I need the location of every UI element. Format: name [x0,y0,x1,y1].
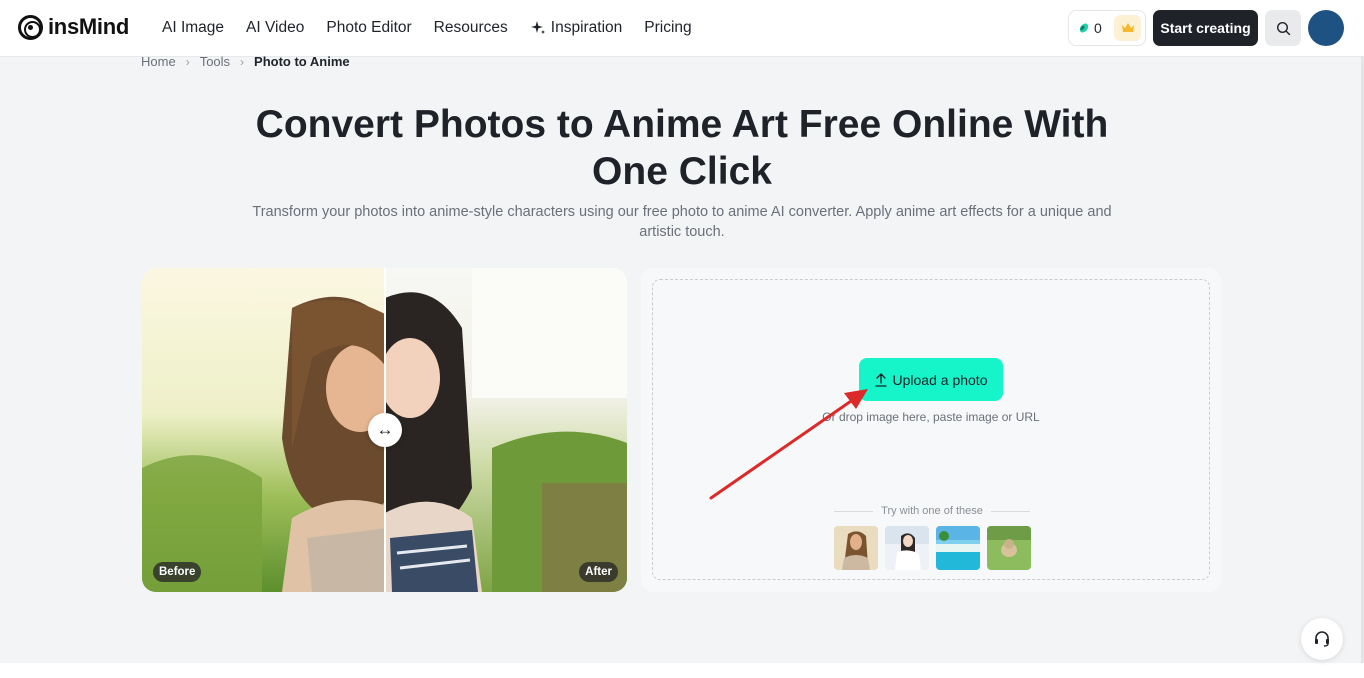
sparkle-icon [530,21,545,34]
logo[interactable]: insMind [18,14,129,40]
main-nav: AI Image AI Video Photo Editor Resources… [162,18,714,38]
nav-inspiration[interactable]: Inspiration [530,19,623,37]
support-button[interactable] [1301,618,1343,660]
nav-ai-image[interactable]: AI Image [162,19,224,37]
chevron-right-icon: › [185,54,190,69]
headset-icon [1315,631,1329,647]
sample-dog[interactable] [987,526,1031,570]
breadcrumb-tools[interactable]: Tools [200,54,230,69]
search-icon [1276,21,1290,35]
after-label: After [579,562,618,582]
brand-name: insMind [48,14,130,39]
page-title: Convert Photos to Anime Art Free Online … [255,103,1109,193]
try-samples-heading: Try with one of these [834,505,1031,517]
sample-seated-girl[interactable] [885,526,929,570]
start-creating-button[interactable]: Start creating [1153,10,1258,46]
arrows-horizontal-icon[interactable]: ↔ [368,413,402,447]
breadcrumb-current: Photo to Anime [254,54,350,69]
crown-icon[interactable] [1114,15,1141,41]
nav-label: Photo Editor [326,19,412,36]
nav-pricing[interactable]: Pricing [644,19,691,37]
divider [834,510,874,512]
logo-icon [18,14,43,40]
sample-pool[interactable] [936,526,980,570]
chevron-right-icon: › [240,54,245,69]
upload-photo-button[interactable]: Upload a photo [859,358,1003,401]
breadcrumb-home[interactable]: Home [141,54,176,69]
nav-label: AI Video [246,19,305,36]
page-footer-edge [0,663,1364,678]
nav-label: Resources [433,19,508,36]
try-label: Try with one of these [881,505,983,517]
nav-label: Pricing [644,19,692,36]
nav-label: Inspiration [550,19,623,36]
sample-images [834,526,1031,570]
upload-button-label: Upload a photo [892,371,988,388]
breadcrumb: Home › Tools › Photo to Anime [141,54,350,69]
divider [990,510,1031,512]
credits-count: 0 [1094,20,1102,36]
before-after-comparison[interactable]: ↔ Before After [142,268,627,592]
sample-portrait[interactable] [834,526,878,570]
annotation-arrow [709,389,868,500]
before-label: Before [153,562,202,582]
nav-resources[interactable]: Resources [434,19,508,37]
nav-photo-editor[interactable]: Photo Editor [326,19,411,37]
top-bar: insMind AI Image AI Video Photo Editor R… [0,0,1364,57]
search-button[interactable] [1265,10,1301,46]
credits-badge[interactable]: 0 [1068,10,1146,46]
credit-drop-icon [1079,23,1089,33]
nav-ai-video[interactable]: AI Video [246,19,304,37]
user-avatar[interactable] [1308,10,1344,46]
page-subtitle: Transform your photos into anime-style c… [252,204,1112,240]
nav-label: AI Image [162,19,225,36]
